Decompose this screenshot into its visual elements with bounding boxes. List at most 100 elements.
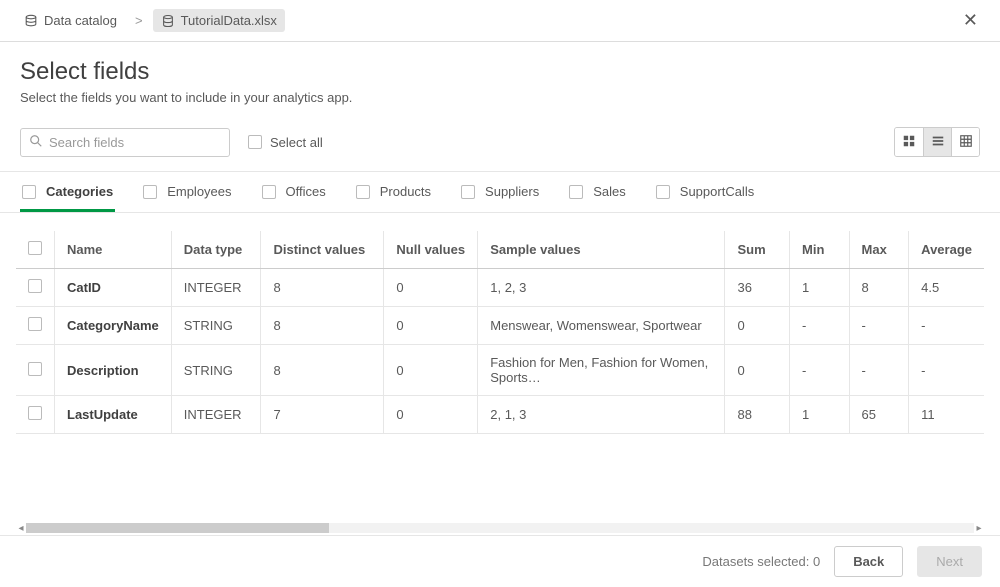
tab-checkbox[interactable] xyxy=(143,185,157,199)
col-name[interactable]: Name xyxy=(55,231,172,269)
col-min[interactable]: Min xyxy=(790,231,850,269)
cell-sample: 2, 1, 3 xyxy=(478,396,725,434)
cell-name: CatID xyxy=(55,269,172,307)
col-null[interactable]: Null values xyxy=(384,231,478,269)
select-all-label: Select all xyxy=(270,135,323,150)
view-toggle xyxy=(894,127,980,157)
row-checkbox[interactable] xyxy=(28,362,42,376)
tab-checkbox[interactable] xyxy=(656,185,670,199)
cell-sum: 0 xyxy=(725,345,790,396)
tabs: Categories Employees Offices Products Su… xyxy=(0,171,1000,213)
row-checkbox[interactable] xyxy=(28,406,42,420)
scroll-left-arrow[interactable]: ◂ xyxy=(16,523,26,534)
list-icon xyxy=(931,134,945,151)
scrollbar-thumb[interactable] xyxy=(26,523,329,533)
cell-min: - xyxy=(790,307,850,345)
cell-sum: 0 xyxy=(725,307,790,345)
tab-label: Sales xyxy=(593,184,626,199)
page-title: Select fields xyxy=(20,58,980,86)
table-row[interactable]: CategoryNameSTRING80Menswear, Womenswear… xyxy=(16,307,984,345)
status-label: Datasets selected: xyxy=(702,554,809,569)
cell-sample: 1, 2, 3 xyxy=(478,269,725,307)
col-max[interactable]: Max xyxy=(849,231,909,269)
cell-name: CategoryName xyxy=(55,307,172,345)
tab-label: Suppliers xyxy=(485,184,539,199)
scrollbar-track[interactable] xyxy=(26,523,974,533)
view-table-button[interactable] xyxy=(951,128,979,156)
breadcrumb-separator: > xyxy=(135,13,143,28)
select-all[interactable]: Select all xyxy=(248,135,323,150)
cell-null: 0 xyxy=(384,307,478,345)
field-table-container: Name Data type Distinct values Null valu… xyxy=(0,213,1000,486)
status-count: 0 xyxy=(813,554,820,569)
tab-products[interactable]: Products xyxy=(354,172,433,212)
cell-avg: 4.5 xyxy=(909,269,984,307)
database-file-icon xyxy=(161,14,175,28)
cell-min: - xyxy=(790,345,850,396)
cell-sum: 36 xyxy=(725,269,790,307)
breadcrumb-root[interactable]: Data catalog xyxy=(16,9,125,32)
select-all-checkbox[interactable] xyxy=(248,135,262,149)
col-sample[interactable]: Sample values xyxy=(478,231,725,269)
cell-avg: - xyxy=(909,345,984,396)
table-icon xyxy=(959,134,973,151)
cell-min: 1 xyxy=(790,396,850,434)
row-checkbox[interactable] xyxy=(28,279,42,293)
view-list-button[interactable] xyxy=(923,128,951,156)
cell-distinct: 7 xyxy=(261,396,384,434)
tab-label: SupportCalls xyxy=(680,184,754,199)
col-avg[interactable]: Average xyxy=(909,231,984,269)
next-button[interactable]: Next xyxy=(917,546,982,577)
cell-distinct: 8 xyxy=(261,269,384,307)
back-button[interactable]: Back xyxy=(834,546,903,577)
tab-employees[interactable]: Employees xyxy=(141,172,233,212)
cell-data-type: INTEGER xyxy=(171,269,261,307)
scroll-right-arrow[interactable]: ▸ xyxy=(974,523,984,534)
cell-sum: 88 xyxy=(725,396,790,434)
cell-null: 0 xyxy=(384,396,478,434)
tab-label: Products xyxy=(380,184,431,199)
cell-sample: Fashion for Men, Fashion for Women, Spor… xyxy=(478,345,725,396)
header-checkbox[interactable] xyxy=(28,241,42,255)
tab-sales[interactable]: Sales xyxy=(567,172,628,212)
close-button[interactable]: ✕ xyxy=(957,8,984,33)
tab-label: Offices xyxy=(286,184,326,199)
cell-min: 1 xyxy=(790,269,850,307)
tab-suppliers[interactable]: Suppliers xyxy=(459,172,541,212)
breadcrumb-current[interactable]: TutorialData.xlsx xyxy=(153,9,285,32)
table-row[interactable]: LastUpdateINTEGER702, 1, 38816511 xyxy=(16,396,984,434)
cell-sample: Menswear, Womenswear, Sportwear xyxy=(478,307,725,345)
cell-avg: - xyxy=(909,307,984,345)
cell-name: Description xyxy=(55,345,172,396)
toolbar: Select all xyxy=(0,115,1000,171)
tab-checkbox[interactable] xyxy=(262,185,276,199)
tab-checkbox[interactable] xyxy=(569,185,583,199)
table-row[interactable]: DescriptionSTRING80Fashion for Men, Fash… xyxy=(16,345,984,396)
col-sum[interactable]: Sum xyxy=(725,231,790,269)
col-data-type[interactable]: Data type xyxy=(171,231,261,269)
table-header-row: Name Data type Distinct values Null valu… xyxy=(16,231,984,269)
horizontal-scrollbar[interactable]: ◂ ▸ xyxy=(16,521,984,535)
tab-checkbox[interactable] xyxy=(22,185,36,199)
cell-data-type: STRING xyxy=(171,345,261,396)
cell-null: 0 xyxy=(384,269,478,307)
col-distinct[interactable]: Distinct values xyxy=(261,231,384,269)
row-checkbox[interactable] xyxy=(28,317,42,331)
grid-icon xyxy=(902,134,916,151)
breadcrumb-root-label: Data catalog xyxy=(44,13,117,28)
search-field[interactable] xyxy=(20,128,230,157)
breadcrumb: Data catalog > TutorialData.xlsx ✕ xyxy=(0,0,1000,42)
tab-checkbox[interactable] xyxy=(356,185,370,199)
search-icon xyxy=(29,134,43,151)
tab-categories[interactable]: Categories xyxy=(20,172,115,212)
cell-max: 8 xyxy=(849,269,909,307)
cell-max: - xyxy=(849,345,909,396)
tab-offices[interactable]: Offices xyxy=(260,172,328,212)
tab-checkbox[interactable] xyxy=(461,185,475,199)
title-section: Select fields Select the fields you want… xyxy=(0,42,1000,115)
view-grid-button[interactable] xyxy=(895,128,923,156)
search-input[interactable] xyxy=(49,135,221,150)
table-row[interactable]: CatIDINTEGER801, 2, 336184.5 xyxy=(16,269,984,307)
tab-supportcalls[interactable]: SupportCalls xyxy=(654,172,756,212)
cell-data-type: STRING xyxy=(171,307,261,345)
